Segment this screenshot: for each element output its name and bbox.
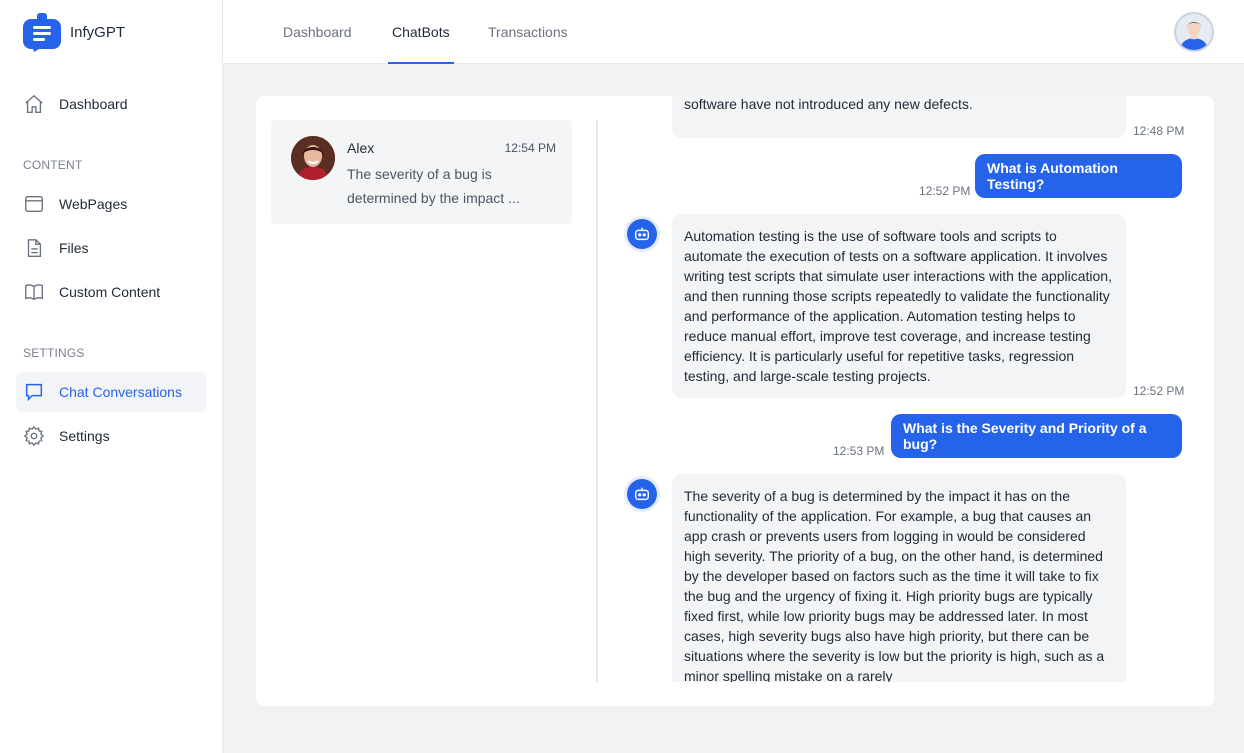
- sidebar-item-chat-conversations[interactable]: Chat Conversations: [16, 372, 206, 412]
- book-icon: [25, 284, 43, 301]
- bot-avatar: [624, 216, 660, 252]
- user-message: What is Automation Testing?: [975, 154, 1182, 198]
- conversation-name: Alex: [347, 140, 375, 156]
- chat-bubble-icon: [25, 383, 43, 402]
- sidebar-item-label: Settings: [59, 428, 110, 444]
- user-message: What is the Severity and Priority of a b…: [891, 414, 1182, 458]
- brand[interactable]: InfyGPT: [22, 12, 125, 52]
- message-time: 12:53 PM: [833, 444, 885, 458]
- section-label-settings: SETTINGS: [23, 346, 85, 360]
- person-photo-icon: [291, 136, 335, 180]
- sidebar-item-label: Chat Conversations: [59, 384, 182, 400]
- bot-message: The severity of a bug is determined by t…: [672, 474, 1126, 682]
- bot-message: Automation testing is the use of softwar…: [672, 214, 1126, 398]
- user-avatar[interactable]: [1174, 12, 1214, 52]
- browser-window-icon: [25, 195, 43, 213]
- bot-message-partial: software have not introduced any new def…: [672, 96, 1126, 138]
- infygpt-logo-icon: [23, 13, 61, 52]
- sidebar-item-files[interactable]: Files: [16, 228, 206, 268]
- sidebar-item-custom-content[interactable]: Custom Content: [16, 272, 206, 312]
- user-avatar-icon: [1176, 14, 1212, 50]
- robot-icon: [634, 487, 650, 501]
- message-time: 12:52 PM: [1133, 384, 1185, 398]
- tab-transactions[interactable]: Transactions: [488, 0, 568, 64]
- sidebar: InfyGPT Dashboard CONTENT WebPages Files…: [0, 0, 223, 753]
- conversation-preview: The severity of a bug is determined by t…: [347, 166, 520, 206]
- message-time: 12:48 PM: [1133, 124, 1185, 138]
- home-icon: [25, 94, 43, 113]
- brand-name: InfyGPT: [70, 23, 126, 41]
- sidebar-item-label: Files: [59, 240, 89, 256]
- gear-icon: [23, 425, 45, 447]
- robot-icon: [634, 227, 650, 241]
- sidebar-item-settings[interactable]: Settings: [16, 416, 206, 456]
- sidebar-item-label: WebPages: [59, 196, 128, 212]
- section-label-content: CONTENT: [23, 158, 83, 172]
- sidebar-item-label: Custom Content: [59, 284, 161, 300]
- chat-thread[interactable]: software have not introduced any new def…: [606, 96, 1206, 682]
- topbar: Dashboard ChatBots Transactions: [223, 0, 1244, 64]
- bot-avatar: [624, 476, 660, 512]
- sidebar-item-dashboard[interactable]: Dashboard: [16, 84, 206, 124]
- bot-message-text: software have not introduced any new def…: [684, 96, 973, 112]
- sidebar-item-webpages[interactable]: WebPages: [16, 184, 206, 224]
- panel-divider: [596, 120, 598, 682]
- sidebar-item-label: Dashboard: [59, 96, 128, 112]
- file-icon: [27, 239, 42, 257]
- chat-card: Alex 12:54 PM The severity of a bug is d…: [256, 96, 1214, 706]
- tab-dashboard[interactable]: Dashboard: [283, 0, 352, 64]
- message-time: 12:52 PM: [919, 184, 971, 198]
- tab-chatbots[interactable]: ChatBots: [388, 0, 454, 64]
- conversation-item[interactable]: Alex 12:54 PM The severity of a bug is d…: [271, 120, 572, 224]
- conversation-time: 12:54 PM: [504, 141, 556, 155]
- conversation-avatar: [291, 136, 335, 180]
